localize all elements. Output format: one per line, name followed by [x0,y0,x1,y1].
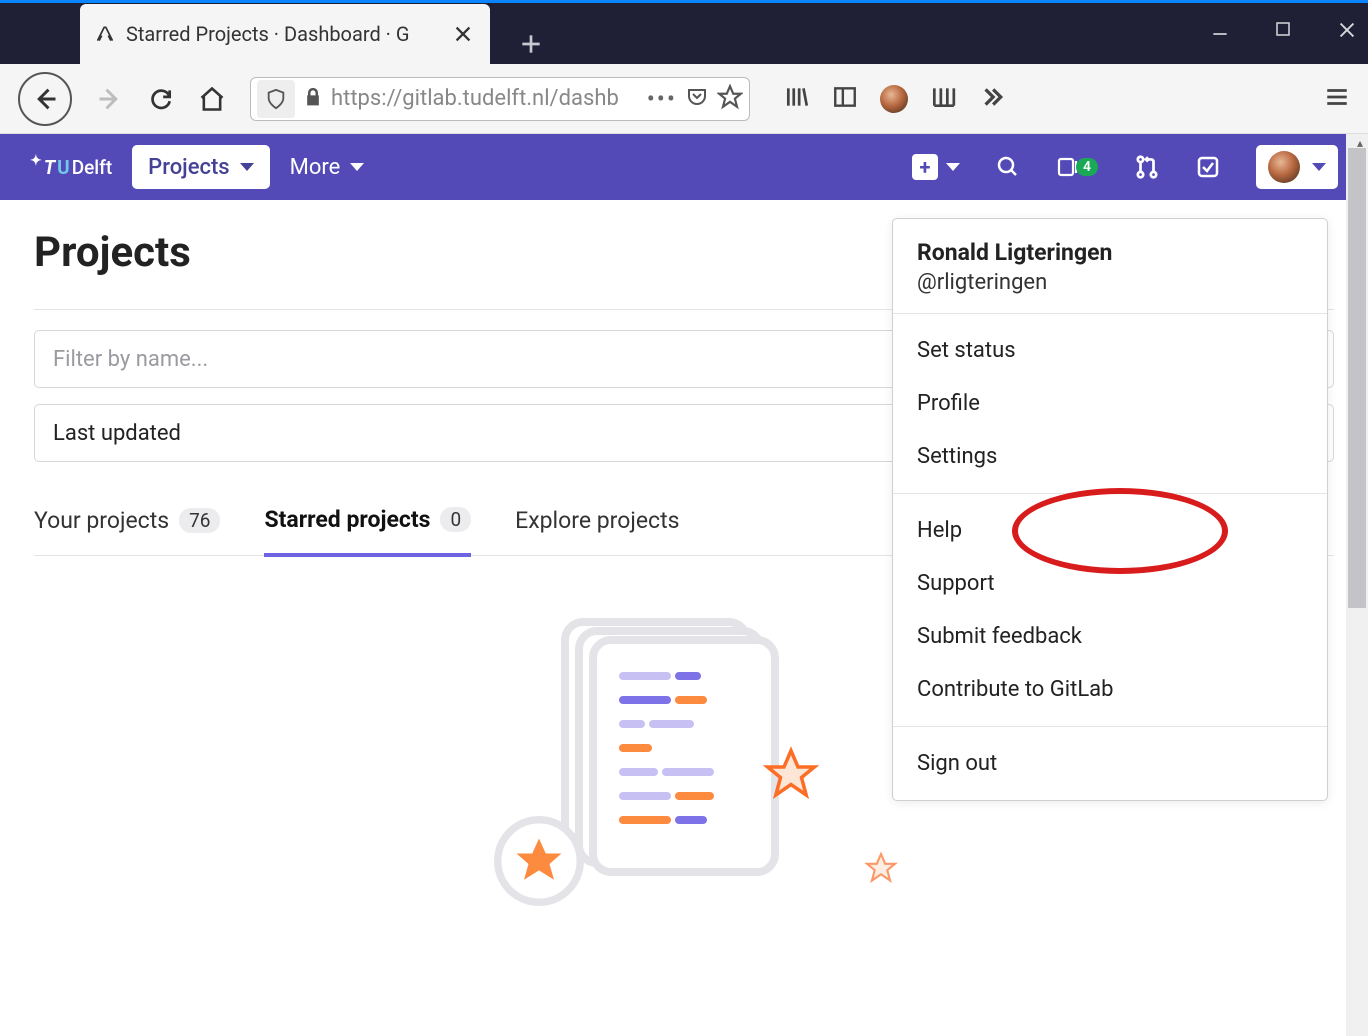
window-maximize-icon[interactable] [1274,19,1292,46]
chevron-down-icon [1312,163,1326,171]
lock-icon[interactable] [303,87,323,111]
tracking-shield-icon[interactable] [257,80,295,118]
nav-forward-button[interactable] [96,85,124,113]
projects-label: Projects [148,155,229,180]
chevron-down-icon [350,163,364,171]
tab-starred-projects[interactable]: Starred projects 0 [264,506,471,557]
menu-set-status[interactable]: Set status [893,324,1327,377]
star-icon [864,851,898,885]
url-text: https://gitlab.tudelft.nl/dashb [331,86,639,111]
pocket-icon[interactable] [685,85,709,113]
reload-button[interactable] [148,86,174,112]
account-avatar[interactable] [880,85,908,113]
url-more-icon[interactable]: ••• [647,85,677,113]
window-controls [1210,19,1358,46]
issues-button[interactable]: 4 [1056,155,1098,179]
url-bar[interactable]: https://gitlab.tudelft.nl/dashb ••• [250,77,750,121]
user-menu-button[interactable] [1256,145,1338,189]
new-menu-button[interactable]: + [912,154,960,180]
menu-contribute[interactable]: Contribute to GitLab [893,663,1327,716]
menu-settings[interactable]: Settings [893,430,1327,483]
tab-your-projects[interactable]: Your projects 76 [34,506,220,555]
tab-label: Explore projects [515,507,679,534]
sidebar-icon[interactable] [832,84,858,114]
bookmark-star-icon[interactable] [717,84,743,114]
tab-favicon-icon [94,23,116,45]
scrollbar-track[interactable]: ▴ [1346,134,1368,1036]
more-label: More [290,155,341,180]
grid-icon[interactable] [930,84,956,114]
home-button[interactable] [198,85,226,113]
issues-count-badge: 4 [1076,158,1098,176]
star-icon [763,746,819,802]
user-avatar [1268,151,1300,183]
more-dropdown[interactable]: More [290,155,365,180]
gitlab-navbar: ✦TUDelft Projects More + 4 [0,134,1368,200]
chevron-down-icon [240,163,254,171]
gitlab-logo[interactable]: ✦TUDelft [30,156,112,179]
browser-titlebar: Starred Projects · Dashboard · G [0,0,1368,64]
tab-label: Starred projects [264,506,430,533]
tab-count-badge: 0 [440,507,471,532]
overflow-chevron-icon[interactable] [978,84,1004,114]
menu-help[interactable]: Help [893,504,1327,557]
scrollbar-thumb[interactable] [1348,148,1366,608]
tab-explore-projects[interactable]: Explore projects [515,506,679,555]
window-minimize-icon[interactable] [1210,19,1230,46]
library-icon[interactable] [784,84,810,114]
search-button[interactable] [996,155,1020,179]
projects-dropdown[interactable]: Projects [132,145,269,189]
plus-icon: + [912,154,938,180]
window-close-icon[interactable] [1336,19,1358,46]
user-full-name: Ronald Ligteringen [917,239,1303,266]
new-tab-button[interactable] [518,31,544,64]
sort-label: Last updated [53,421,181,446]
browser-tab[interactable]: Starred Projects · Dashboard · G [80,4,490,64]
menu-support[interactable]: Support [893,557,1327,610]
tab-label: Your projects [34,507,169,534]
nav-back-button[interactable] [18,72,72,126]
user-handle: @rligteringen [917,270,1303,295]
todos-button[interactable] [1196,155,1220,179]
tab-close-icon[interactable] [452,23,474,45]
star-icon [494,816,584,906]
menu-sign-out[interactable]: Sign out [893,737,1327,790]
browser-toolbar: https://gitlab.tudelft.nl/dashb ••• [0,64,1368,134]
menu-submit-feedback[interactable]: Submit feedback [893,610,1327,663]
tab-title: Starred Projects · Dashboard · G [126,22,442,46]
menu-profile[interactable]: Profile [893,377,1327,430]
user-dropdown-header: Ronald Ligteringen @rligteringen [893,219,1327,314]
app-menu-button[interactable] [1324,84,1350,114]
chevron-down-icon [946,163,960,171]
user-dropdown-menu: Ronald Ligteringen @rligteringen Set sta… [892,218,1328,801]
merge-requests-button[interactable] [1134,154,1160,180]
tab-count-badge: 76 [179,508,220,533]
